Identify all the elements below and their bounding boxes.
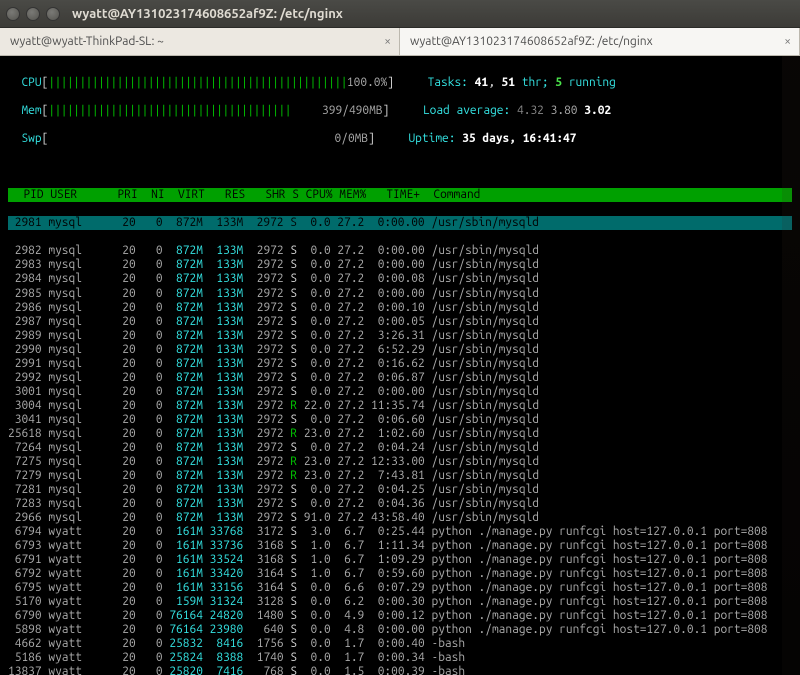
process-row[interactable]: 7264 mysql 20 0 872M 133M 2972 S 0.0 27.… [8, 441, 792, 455]
window-title: wyatt@AY131023174608652af9Z: /etc/nginx [72, 7, 343, 21]
window-titlebar: wyatt@AY131023174608652af9Z: /etc/nginx [0, 0, 800, 28]
process-row[interactable]: 5186 wyatt 20 0 25824 8388 1740 S 0.0 1.… [8, 651, 792, 665]
tab-remote[interactable]: wyatt@AY131023174608652af9Z: /etc/nginx … [400, 28, 800, 55]
process-row[interactable]: 6793 wyatt 20 0 161M 33736 3168 S 1.0 6.… [8, 539, 792, 553]
process-row[interactable]: 7281 mysql 20 0 872M 133M 2972 S 0.0 27.… [8, 483, 792, 497]
tab-label: wyatt@AY131023174608652af9Z: /etc/nginx [410, 35, 653, 48]
process-row[interactable]: 3041 mysql 20 0 872M 133M 2972 S 0.0 27.… [8, 413, 792, 427]
process-row[interactable]: 2987 mysql 20 0 872M 133M 2972 S 0.0 27.… [8, 315, 792, 329]
process-row[interactable]: 7275 mysql 20 0 872M 133M 2972 R 23.0 27… [8, 455, 792, 469]
process-header[interactable]: PID USER PRI NI VIRT RES SHR S CPU% MEM%… [8, 188, 792, 202]
tab-bar: wyatt@wyatt-ThinkPad-SL: ~ × wyatt@AY131… [0, 28, 800, 56]
process-row[interactable]: 2986 mysql 20 0 872M 133M 2972 S 0.0 27.… [8, 301, 792, 315]
process-row[interactable]: 2983 mysql 20 0 872M 133M 2972 S 0.0 27.… [8, 258, 792, 272]
process-row[interactable]: 4662 wyatt 20 0 25832 8416 1756 S 0.0 1.… [8, 637, 792, 651]
terminal[interactable]: CPU[||||||||||||||||||||||||||||||||||||… [0, 56, 800, 675]
process-row[interactable]: 2990 mysql 20 0 872M 133M 2972 S 0.0 27.… [8, 343, 792, 357]
process-row[interactable]: 7283 mysql 20 0 872M 133M 2972 S 0.0 27.… [8, 497, 792, 511]
process-row[interactable]: 7279 mysql 20 0 872M 133M 2972 R 23.0 27… [8, 469, 792, 483]
process-row[interactable]: 2966 mysql 20 0 872M 133M 2972 S 91.0 27… [8, 511, 792, 525]
process-row[interactable]: 2984 mysql 20 0 872M 133M 2972 S 0.0 27.… [8, 272, 792, 286]
process-row[interactable]: 2991 mysql 20 0 872M 133M 2972 S 0.0 27.… [8, 357, 792, 371]
close-icon[interactable] [6, 7, 20, 21]
process-row[interactable]: 6790 wyatt 20 0 76164 24820 1480 S 0.0 4… [8, 609, 792, 623]
process-row[interactable]: 2992 mysql 20 0 872M 133M 2972 S 0.0 27.… [8, 371, 792, 385]
process-row-selected[interactable]: 2981 mysql 20 0 872M 133M 2972 S 0.0 27.… [8, 216, 792, 230]
blank [8, 160, 792, 174]
process-row[interactable]: 3004 mysql 20 0 872M 133M 2972 R 22.0 27… [8, 399, 792, 413]
close-icon[interactable]: × [384, 35, 391, 48]
process-row[interactable]: 6794 wyatt 20 0 161M 33768 3172 S 3.0 6.… [8, 525, 792, 539]
process-row[interactable]: 2982 mysql 20 0 872M 133M 2972 S 0.0 27.… [8, 244, 792, 258]
process-row[interactable]: 6792 wyatt 20 0 161M 33420 3164 S 1.0 6.… [8, 567, 792, 581]
meter-cpu: CPU[||||||||||||||||||||||||||||||||||||… [8, 76, 792, 90]
process-row[interactable]: 2985 mysql 20 0 872M 133M 2972 S 0.0 27.… [8, 287, 792, 301]
process-row[interactable]: 2989 mysql 20 0 872M 133M 2972 S 0.0 27.… [8, 329, 792, 343]
minimize-icon[interactable] [26, 7, 40, 21]
process-row[interactable]: 13837 wyatt 20 0 25820 7416 768 S 0.0 1.… [8, 665, 792, 675]
process-row[interactable]: 6791 wyatt 20 0 161M 33524 3168 S 1.0 6.… [8, 553, 792, 567]
process-row[interactable]: 5898 wyatt 20 0 76164 23980 640 S 0.0 4.… [8, 623, 792, 637]
process-row[interactable]: 5170 wyatt 20 0 159M 31324 3128 S 0.0 6.… [8, 595, 792, 609]
meter-swp: Swp[ 0/0MB] Uptime: 35 days, 16:41:47 [8, 132, 792, 146]
process-row[interactable]: 3001 mysql 20 0 872M 133M 2972 S 0.0 27.… [8, 385, 792, 399]
maximize-icon[interactable] [46, 7, 60, 21]
process-row[interactable]: 6795 wyatt 20 0 161M 33156 3164 S 0.0 6.… [8, 581, 792, 595]
meter-mem: Mem[||||||||||||||||||||||||||||||||||||… [8, 104, 792, 118]
tab-local[interactable]: wyatt@wyatt-ThinkPad-SL: ~ × [0, 28, 400, 55]
close-icon[interactable]: × [784, 35, 791, 48]
tab-label: wyatt@wyatt-ThinkPad-SL: ~ [10, 35, 164, 48]
process-row[interactable]: 25618 mysql 20 0 872M 133M 2972 R 23.0 2… [8, 427, 792, 441]
